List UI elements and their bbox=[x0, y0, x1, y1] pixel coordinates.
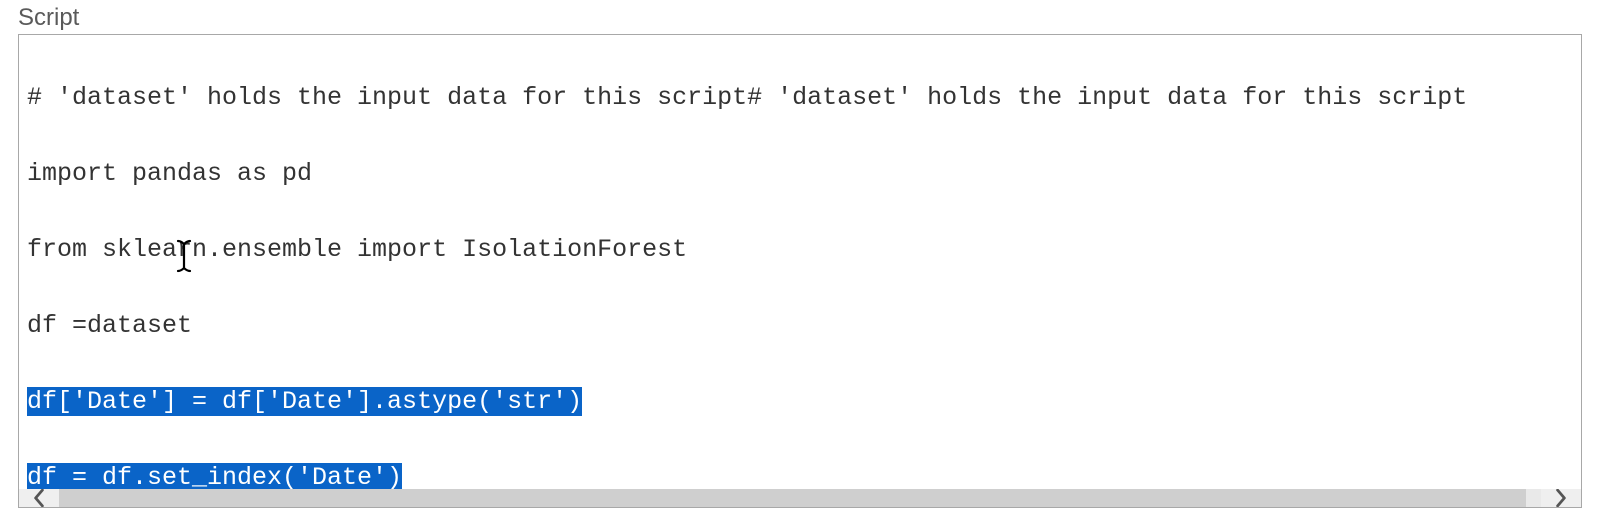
chevron-left-icon bbox=[30, 489, 48, 507]
scroll-track[interactable] bbox=[59, 489, 1541, 507]
text-cursor-icon bbox=[55, 201, 73, 235]
selected-text[interactable]: df['Date'] = df['Date'].astype('str') bbox=[27, 387, 582, 416]
horizontal-scrollbar[interactable] bbox=[19, 489, 1581, 507]
code-line[interactable]: from sklearn.ensemble import IsolationFo… bbox=[27, 231, 1573, 269]
code-line[interactable]: # 'dataset' holds the input data for thi… bbox=[27, 79, 1573, 117]
code-line[interactable]: df = df.set_index('Date') bbox=[27, 459, 1573, 489]
script-panel-label: Script bbox=[18, 4, 1582, 32]
code-area[interactable]: # 'dataset' holds the input data for thi… bbox=[19, 35, 1581, 489]
selected-text[interactable]: df = df.set_index('Date') bbox=[27, 463, 402, 489]
code-line[interactable]: import pandas as pd bbox=[27, 155, 1573, 193]
script-editor[interactable]: # 'dataset' holds the input data for thi… bbox=[18, 34, 1582, 508]
chevron-right-icon bbox=[1552, 489, 1570, 507]
scroll-thumb[interactable] bbox=[59, 489, 1526, 507]
code-line[interactable]: df =dataset bbox=[27, 307, 1573, 345]
scroll-left-button[interactable] bbox=[19, 489, 59, 507]
code-line[interactable]: df['Date'] = df['Date'].astype('str') bbox=[27, 383, 1573, 421]
scroll-right-button[interactable] bbox=[1541, 489, 1581, 507]
